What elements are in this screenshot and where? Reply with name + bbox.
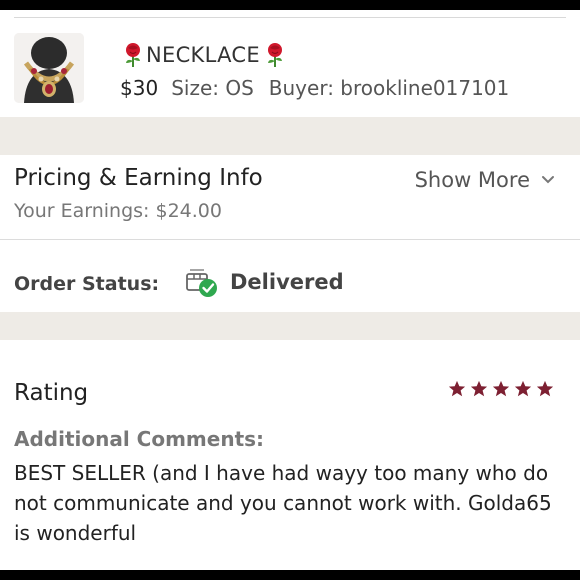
item-title-text: NECKLACE — [146, 43, 260, 67]
chevron-down-icon — [542, 176, 554, 184]
item-size: Size: OS — [171, 76, 254, 100]
star-icon — [470, 380, 488, 397]
show-more-button[interactable]: Show More — [415, 168, 556, 192]
item-meta: $30 Size: OS Buyer: brookline017101 — [120, 76, 509, 100]
star-icon — [536, 380, 554, 397]
order-status-value: Delivered — [230, 270, 344, 294]
comments-label: Additional Comments: — [14, 427, 265, 451]
delivered-package-icon — [186, 269, 217, 297]
item-row[interactable]: NECKLACE $30 Size: OS Buyer: brookline01… — [0, 24, 580, 118]
comment-text: BEST SELLER (and I have had wayy too man… — [14, 461, 552, 545]
rating-title: Rating — [14, 380, 89, 406]
section-spacer — [0, 312, 580, 340]
rating-section: Rating Additional Comments: BEST SELLER … — [0, 340, 580, 570]
order-status-label: Order Status: — [14, 273, 160, 295]
item-title[interactable]: NECKLACE — [120, 42, 288, 68]
earnings-value: Your Earnings: $24.00 — [14, 200, 222, 222]
show-more-label: Show More — [414, 168, 530, 192]
rose-icon — [126, 43, 140, 67]
item-thumbnail[interactable] — [14, 33, 84, 103]
rose-icon — [267, 43, 282, 67]
order-details-screen: NECKLACE $30 Size: OS Buyer: brookline01… — [0, 10, 580, 570]
item-price: $30 — [120, 76, 159, 100]
order-status-section: Order Status: Delivered — [0, 240, 580, 312]
star-icon — [448, 380, 466, 397]
pricing-section[interactable]: Pricing & Earning Info Your Earnings: $2… — [0, 155, 580, 239]
rating-stars — [448, 380, 554, 398]
star-icon — [492, 380, 510, 397]
top-divider — [14, 17, 566, 18]
section-spacer — [0, 117, 580, 155]
star-icon — [514, 380, 532, 397]
item-buyer[interactable]: Buyer: brookline017101 — [269, 76, 509, 100]
pricing-title: Pricing & Earning Info — [14, 165, 263, 191]
